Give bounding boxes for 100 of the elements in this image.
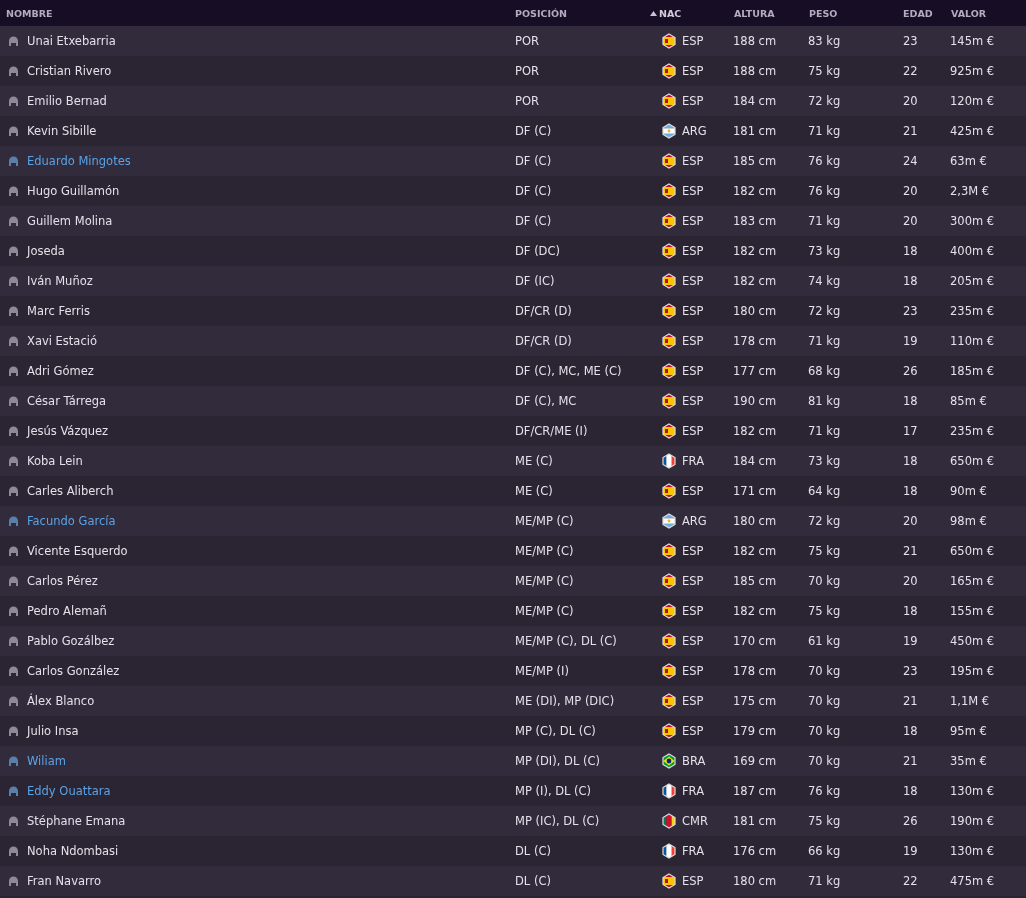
- table-row[interactable]: Emilio Bernad POR ESP 184 cm 72 kg 20 120m €: [0, 86, 1026, 116]
- player-name[interactable]: Pedro Alemañ: [27, 604, 107, 618]
- table-row[interactable]: Pablo Gozálbez ME/MP (C), DL (C) ESP 170 cm 61 kg 19 450m €: [0, 626, 1026, 656]
- weight-text: 75 kg: [808, 814, 841, 828]
- person-icon: [8, 36, 19, 46]
- nationality-text: ESP: [682, 334, 704, 348]
- table-row[interactable]: Wiliam MP (DI), DL (C) BRA 169 cm 70 kg 21 35m €: [0, 746, 1026, 776]
- player-name[interactable]: Adri Gómez: [27, 364, 94, 378]
- height-text: 188 cm: [733, 34, 777, 48]
- position-text: MP (IC), DL (C): [515, 814, 600, 828]
- player-name[interactable]: Vicente Esquerdo: [27, 544, 128, 558]
- player-name[interactable]: Jesús Vázquez: [27, 424, 109, 438]
- player-name[interactable]: Iván Muñoz: [27, 274, 93, 288]
- value-text: 63m €: [950, 154, 987, 168]
- weight-text: 71 kg: [808, 334, 841, 348]
- nationality-text: ESP: [682, 634, 704, 648]
- player-name[interactable]: Emilio Bernad: [27, 94, 107, 108]
- player-name[interactable]: Julio Insa: [27, 724, 79, 738]
- player-name[interactable]: Facundo García: [27, 514, 116, 528]
- table-row[interactable]: Guillem Molina DF (C) ESP 183 cm 71 kg 20 300m €: [0, 206, 1026, 236]
- position-text: ME/MP (C): [515, 514, 574, 528]
- height-text: 179 cm: [733, 724, 777, 738]
- column-header[interactable]: EDAD: [903, 7, 933, 19]
- height-text: 185 cm: [733, 154, 777, 168]
- table-row[interactable]: Eduardo Mingotes DF (C) ESP 185 cm 76 kg 24 63m €: [0, 146, 1026, 176]
- position-text: DF (C): [515, 154, 552, 168]
- player-name[interactable]: Unai Etxebarria: [27, 34, 116, 48]
- value-text: 185m €: [950, 364, 995, 378]
- weight-text: 68 kg: [808, 364, 841, 378]
- value-text: 130m €: [950, 784, 995, 798]
- player-name[interactable]: Eddy Ouattara: [27, 784, 111, 798]
- column-header[interactable]: VALOR: [951, 7, 987, 19]
- age-text: 24: [903, 154, 918, 168]
- person-icon: [8, 276, 19, 286]
- value-text: 205m €: [950, 274, 995, 288]
- age-text: 18: [903, 394, 918, 408]
- player-name[interactable]: Pablo Gozálbez: [27, 634, 115, 648]
- value-text: 155m €: [950, 604, 995, 618]
- position-text: POR: [515, 64, 539, 78]
- table-row[interactable]: Álex Blanco ME (DI), MP (DIC) ESP 175 cm 70 kg 21 1,1M €: [0, 686, 1026, 716]
- position-text: DF (DC): [515, 244, 560, 258]
- nationality-text: FRA: [682, 844, 704, 858]
- column-header[interactable]: PESO: [809, 7, 838, 19]
- player-name[interactable]: Carlos González: [27, 664, 120, 678]
- age-text: 18: [903, 484, 918, 498]
- position-text: ME/MP (C), DL (C): [515, 634, 617, 648]
- nationality-text: CMR: [682, 814, 708, 828]
- player-name[interactable]: Álex Blanco: [27, 694, 95, 708]
- age-text: 23: [903, 34, 918, 48]
- player-name[interactable]: Guillem Molina: [27, 214, 113, 228]
- person-icon: [8, 696, 19, 706]
- nationality-text: ARG: [682, 514, 707, 528]
- height-text: 184 cm: [733, 94, 777, 108]
- table-row[interactable]: Koba Lein ME (C) FRA 184 cm 73 kg 18 650m €: [0, 446, 1026, 476]
- weight-text: 83 kg: [808, 34, 841, 48]
- value-text: 145m €: [950, 34, 995, 48]
- player-name[interactable]: Koba Lein: [27, 454, 83, 468]
- column-header[interactable]: NAC: [659, 7, 682, 19]
- player-name[interactable]: Stéphane Emana: [27, 814, 126, 828]
- player-name[interactable]: Cristian Rivero: [27, 64, 112, 78]
- value-text: 90m €: [950, 484, 987, 498]
- player-name[interactable]: Noha Ndombasi: [27, 844, 119, 858]
- player-name[interactable]: Marc Ferris: [27, 304, 90, 318]
- nationality-text: FRA: [682, 454, 704, 468]
- position-text: DL (C): [515, 844, 551, 858]
- position-text: POR: [515, 34, 539, 48]
- player-name[interactable]: Carles Aliberch: [27, 484, 114, 498]
- player-name[interactable]: Fran Navarro: [27, 874, 102, 888]
- value-text: 95m €: [950, 724, 987, 738]
- height-text: 175 cm: [733, 694, 777, 708]
- table-row[interactable]: Facundo García ME/MP (C) ARG 180 cm 72 kg 20 98m €: [0, 506, 1026, 536]
- value-text: 85m €: [950, 394, 987, 408]
- table-row[interactable]: César Tárrega DF (C), MC ESP 190 cm 81 kg 18 85m €: [0, 386, 1026, 416]
- column-header[interactable]: POSICIÓN: [515, 7, 567, 19]
- player-name[interactable]: Joseda: [27, 244, 65, 258]
- height-text: 182 cm: [733, 604, 777, 618]
- player-name[interactable]: Carlos Pérez: [27, 574, 98, 588]
- age-text: 23: [903, 664, 918, 678]
- player-name[interactable]: Hugo Guillamón: [27, 184, 120, 198]
- player-name[interactable]: Xavi Estació: [27, 334, 97, 348]
- age-text: 23: [903, 304, 918, 318]
- person-icon: [8, 66, 19, 76]
- table-row[interactable]: Unai Etxebarria POR ESP 188 cm 83 kg 23 145m €: [0, 26, 1026, 56]
- player-name[interactable]: Wiliam: [27, 754, 66, 768]
- column-header[interactable]: NOMBRE: [6, 7, 53, 19]
- table-row[interactable]: Fran Navarro DL (C) ESP 180 cm 71 kg 22 475m €: [0, 866, 1026, 896]
- player-name[interactable]: César Tárrega: [27, 394, 107, 408]
- table-row[interactable]: Carlos Pérez ME/MP (C) ESP 185 cm 70 kg 20 165m €: [0, 566, 1026, 596]
- nationality-text: ESP: [682, 94, 704, 108]
- table-row[interactable]: Xavi Estació DF/CR (D) ESP 178 cm 71 kg 19 110m €: [0, 326, 1026, 356]
- nationality-text: ESP: [682, 724, 704, 738]
- column-header[interactable]: ALTURA: [734, 7, 775, 19]
- age-text: 18: [903, 274, 918, 288]
- player-name[interactable]: Kevin Sibille: [27, 124, 97, 138]
- height-text: 180 cm: [733, 304, 777, 318]
- weight-text: 64 kg: [808, 484, 841, 498]
- age-text: 21: [903, 694, 918, 708]
- table-row[interactable]: Stéphane Emana MP (IC), DL (C) CMR 181 cm 75 kg 26 190m €: [0, 806, 1026, 836]
- player-name[interactable]: Eduardo Mingotes: [27, 154, 131, 168]
- table-row[interactable]: Iván Muñoz DF (IC) ESP 182 cm 74 kg 18 205m €: [0, 266, 1026, 296]
